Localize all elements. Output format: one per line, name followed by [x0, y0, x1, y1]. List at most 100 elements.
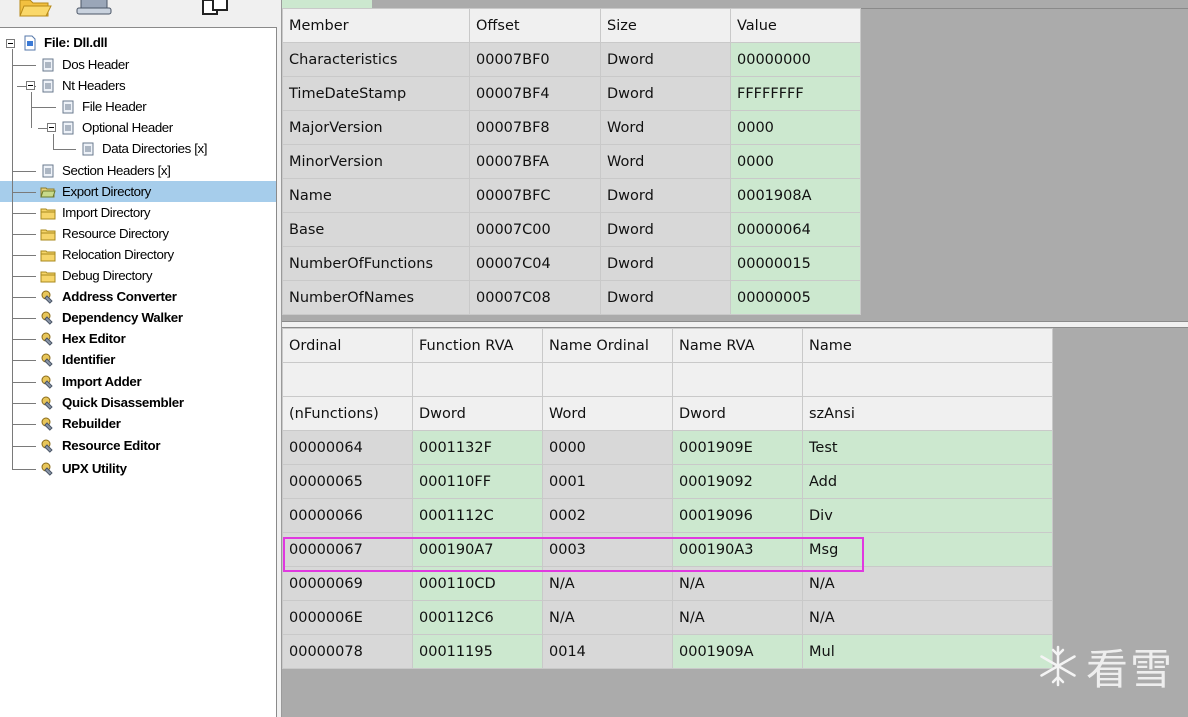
column-header[interactable]: Value: [730, 8, 861, 43]
size-cell[interactable]: Word: [600, 110, 731, 145]
table-row[interactable]: 00000064 0001132F 0000 0001909E Test: [282, 430, 1053, 465]
table-row[interactable]: Base 00007C00 Dword 00000064: [282, 212, 861, 247]
name-rva-cell[interactable]: N/A: [672, 600, 803, 635]
column-header[interactable]: Offset: [469, 8, 601, 43]
name-rva-cell[interactable]: 0001909E: [672, 430, 803, 465]
size-cell[interactable]: Dword: [600, 212, 731, 247]
function-rva-cell[interactable]: 000190A7: [412, 532, 543, 567]
pane-divider[interactable]: [282, 321, 1188, 328]
collapse-toggle-root[interactable]: [6, 39, 15, 48]
value-cell[interactable]: 0000: [730, 110, 861, 145]
offset-cell[interactable]: 00007BF0: [469, 42, 601, 77]
column-header[interactable]: Function RVA: [412, 328, 543, 363]
offset-cell[interactable]: 00007BFA: [469, 144, 601, 179]
table-row[interactable]: 00000069 000110CD N/A N/A N/A: [282, 566, 1053, 601]
name-rva-cell[interactable]: 00019092: [672, 464, 803, 499]
name-ordinal-cell[interactable]: N/A: [542, 600, 673, 635]
table-row[interactable]: NumberOfFunctions 00007C04 Dword 0000001…: [282, 246, 861, 281]
table-row[interactable]: 00000078 00011195 0014 0001909A Mul: [282, 634, 1053, 669]
column-header[interactable]: Name: [802, 328, 1053, 363]
name-cell[interactable]: Mul: [802, 634, 1053, 669]
value-cell[interactable]: 0001908A: [730, 178, 861, 213]
name-cell[interactable]: Test: [802, 430, 1053, 465]
function-rva-cell[interactable]: 0001132F: [412, 430, 543, 465]
value-cell[interactable]: FFFFFFFF: [730, 76, 861, 111]
offset-cell[interactable]: 00007BF8: [469, 110, 601, 145]
function-rva-cell[interactable]: 00011195: [412, 634, 543, 669]
name-ordinal-cell[interactable]: 0002: [542, 498, 673, 533]
value-cell[interactable]: 00000000: [730, 42, 861, 77]
function-rva-cell[interactable]: 000110FF: [412, 464, 543, 499]
tree-item-label: Nt Headers: [62, 78, 126, 93]
size-cell[interactable]: Word: [600, 144, 731, 179]
function-rva-cell[interactable]: 0001112C: [412, 498, 543, 533]
value-cell[interactable]: 00000064: [730, 212, 861, 247]
size-cell[interactable]: Dword: [600, 280, 731, 315]
member-cell[interactable]: Name: [282, 178, 470, 213]
windows-icon[interactable]: [198, 0, 234, 18]
column-header[interactable]: Ordinal: [282, 328, 413, 363]
table-row[interactable]: Characteristics 00007BF0 Dword 00000000: [282, 42, 861, 77]
tree-view[interactable]: File: Dll.dll Dos Header Nt Headers File…: [0, 27, 277, 717]
name-cell[interactable]: Div: [802, 498, 1053, 533]
name-rva-cell[interactable]: N/A: [672, 566, 803, 601]
name-rva-cell[interactable]: 000190A3: [672, 532, 803, 567]
table-row[interactable]: TimeDateStamp 00007BF4 Dword FFFFFFFF: [282, 76, 861, 111]
value-cell[interactable]: 00000005: [730, 280, 861, 315]
member-cell[interactable]: Characteristics: [282, 42, 470, 77]
column-header[interactable]: Name RVA: [672, 328, 803, 363]
function-rva-cell[interactable]: 000110CD: [412, 566, 543, 601]
open-folder-icon[interactable]: [18, 0, 52, 18]
size-cell[interactable]: Dword: [600, 246, 731, 281]
computer-icon[interactable]: [75, 0, 115, 18]
table-row[interactable]: NumberOfNames 00007C08 Dword 00000005: [282, 280, 861, 315]
name-ordinal-cell[interactable]: 0000: [542, 430, 673, 465]
column-header[interactable]: Member: [282, 8, 470, 43]
ordinal-cell[interactable]: 00000067: [282, 532, 413, 567]
offset-cell[interactable]: 00007BFC: [469, 178, 601, 213]
ordinal-cell[interactable]: 00000065: [282, 464, 413, 499]
table-row[interactable]: 00000066 0001112C 0002 00019096 Div: [282, 498, 1053, 533]
column-header[interactable]: Name Ordinal: [542, 328, 673, 363]
member-cell[interactable]: Base: [282, 212, 470, 247]
name-cell[interactable]: Msg: [802, 532, 1053, 567]
member-cell[interactable]: NumberOfFunctions: [282, 246, 470, 281]
function-rva-cell[interactable]: 000112C6: [412, 600, 543, 635]
member-cell[interactable]: TimeDateStamp: [282, 76, 470, 111]
member-cell[interactable]: NumberOfNames: [282, 280, 470, 315]
offset-cell[interactable]: 00007C08: [469, 280, 601, 315]
offset-cell[interactable]: 00007BF4: [469, 76, 601, 111]
size-cell[interactable]: Dword: [600, 178, 731, 213]
collapse-toggle-nt-headers[interactable]: [26, 81, 35, 90]
member-cell[interactable]: MajorVersion: [282, 110, 470, 145]
table-row[interactable]: 0000006E 000112C6 N/A N/A N/A: [282, 600, 1053, 635]
table-row[interactable]: MinorVersion 00007BFA Word 0000: [282, 144, 861, 179]
value-cell[interactable]: 0000: [730, 144, 861, 179]
column-header[interactable]: Size: [600, 8, 731, 43]
member-cell[interactable]: MinorVersion: [282, 144, 470, 179]
offset-cell[interactable]: 00007C04: [469, 246, 601, 281]
name-rva-cell[interactable]: 00019096: [672, 498, 803, 533]
size-cell[interactable]: Dword: [600, 76, 731, 111]
table-row[interactable]: MajorVersion 00007BF8 Word 0000: [282, 110, 861, 145]
ordinal-cell[interactable]: 00000064: [282, 430, 413, 465]
name-cell[interactable]: N/A: [802, 566, 1053, 601]
ordinal-cell[interactable]: 00000066: [282, 498, 413, 533]
name-ordinal-cell[interactable]: 0014: [542, 634, 673, 669]
offset-cell[interactable]: 00007C00: [469, 212, 601, 247]
table-row[interactable]: 00000065 000110FF 0001 00019092 Add: [282, 464, 1053, 499]
ordinal-cell[interactable]: 00000078: [282, 634, 413, 669]
ordinal-cell[interactable]: 0000006E: [282, 600, 413, 635]
name-ordinal-cell[interactable]: N/A: [542, 566, 673, 601]
size-cell[interactable]: Dword: [600, 42, 731, 77]
name-ordinal-cell[interactable]: 0003: [542, 532, 673, 567]
name-ordinal-cell[interactable]: 0001: [542, 464, 673, 499]
value-cell[interactable]: 00000015: [730, 246, 861, 281]
table-row[interactable]: Name 00007BFC Dword 0001908A: [282, 178, 861, 213]
ordinal-cell[interactable]: 00000069: [282, 566, 413, 601]
table-row-highlighted[interactable]: 00000067 000190A7 0003 000190A3 Msg: [282, 532, 1053, 567]
collapse-toggle-optional-header[interactable]: [47, 123, 56, 132]
name-rva-cell[interactable]: 0001909A: [672, 634, 803, 669]
name-cell[interactable]: Add: [802, 464, 1053, 499]
name-cell[interactable]: N/A: [802, 600, 1053, 635]
